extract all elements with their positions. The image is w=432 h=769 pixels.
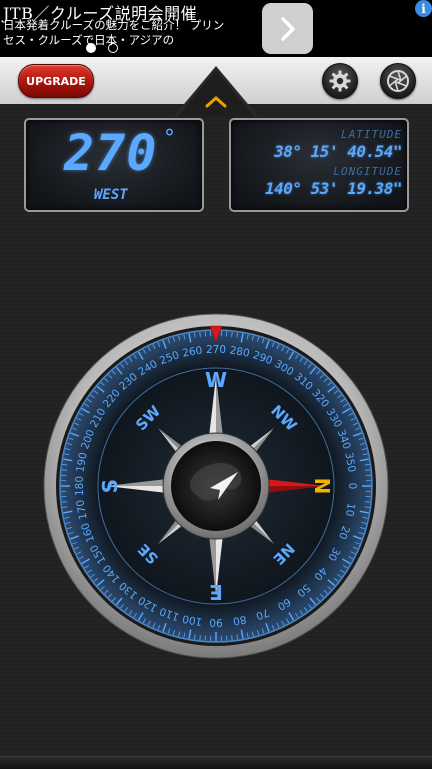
heading-direction: WEST <box>94 187 128 203</box>
dial-label: 270 <box>206 344 226 356</box>
dial-label: 0 <box>346 483 358 490</box>
dial-tick <box>62 470 67 471</box>
ad-page-dot <box>108 43 118 53</box>
dial-tick <box>200 635 201 640</box>
degree-symbol: ° <box>164 126 175 151</box>
bottom-bar <box>0 756 432 769</box>
dial-tick <box>232 332 233 337</box>
dial-tick <box>232 635 233 640</box>
ad-info-icon[interactable]: i <box>415 0 432 17</box>
dial-tick <box>200 332 201 337</box>
heading-degrees: 270 <box>64 124 157 182</box>
latitude-value: 38° 15' 40.54" <box>274 142 402 161</box>
upgrade-button[interactable]: UPGRADE <box>18 64 94 98</box>
compass-dial: 0102030405060708090100110120130140150160… <box>42 312 390 660</box>
chevron-right-icon <box>277 16 299 42</box>
aperture-icon <box>386 69 410 93</box>
cardinal-s: S <box>98 479 122 493</box>
longitude-label: LONGITUDE <box>333 165 402 178</box>
dial-label: 90 <box>209 616 222 628</box>
camera-button[interactable] <box>380 63 416 99</box>
coordinates-display: LATITUDE 38° 15' 40.54" LONGITUDE 140° 5… <box>229 118 409 212</box>
cardinal-w: W <box>205 368 227 392</box>
compass: 0102030405060708090100110120130140150160… <box>42 312 390 660</box>
dial-tick <box>365 470 370 471</box>
dial-tick <box>365 502 370 503</box>
heading-display: 270 ° WEST <box>24 118 204 212</box>
gear-icon <box>328 69 352 93</box>
ad-next-button[interactable] <box>262 3 313 54</box>
longitude-value: 140° 53' 19.38" <box>265 179 402 198</box>
cardinal-e: E <box>209 580 223 604</box>
dial-label: 80 <box>232 613 247 627</box>
ad-body[interactable]: 日本発着クルーズの魅力をご紹介！ プリンセス・クルーズで日本・アジアの <box>3 18 233 48</box>
ad-page-dot-active <box>86 43 96 53</box>
settings-button[interactable] <box>322 63 358 99</box>
ad-banner[interactable]: JTB／クルーズ説明会開催 日本発着クルーズの魅力をご紹介！ プリンセス・クルー… <box>0 0 432 57</box>
dial-label: 10 <box>343 502 357 517</box>
dial-tick <box>62 502 67 503</box>
cardinal-n: N <box>310 478 334 495</box>
ad-page-indicator <box>86 43 118 53</box>
expand-tab[interactable] <box>174 66 258 116</box>
dial-label: 180 <box>74 476 86 496</box>
latitude-label: LATITUDE <box>341 128 402 141</box>
